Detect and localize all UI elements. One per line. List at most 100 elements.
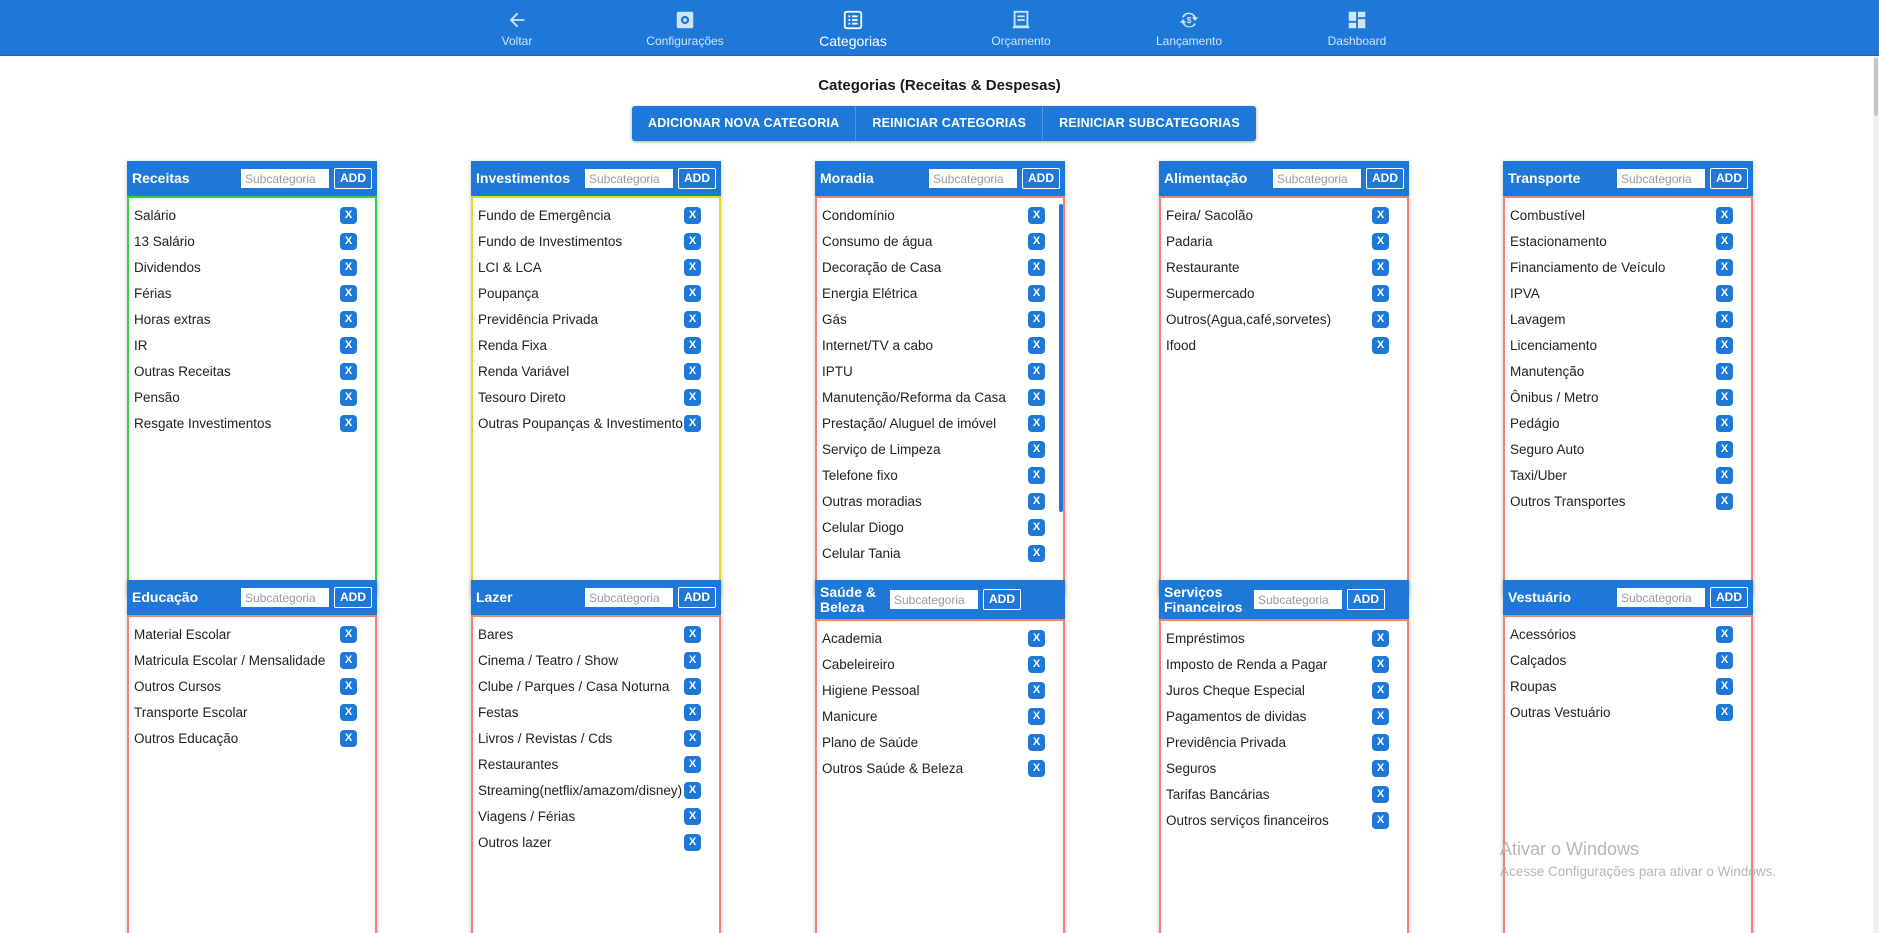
remove-subcategory-button[interactable]: X — [1372, 629, 1389, 647]
remove-subcategory-button[interactable]: X — [1372, 336, 1389, 354]
page-scrollbar-thumb[interactable] — [1874, 58, 1878, 116]
add-subcategory-button[interactable]: ADD — [1710, 168, 1748, 189]
remove-subcategory-button[interactable]: X — [1716, 284, 1733, 302]
remove-subcategory-button[interactable]: X — [1716, 206, 1733, 224]
remove-subcategory-button[interactable]: X — [1716, 258, 1733, 276]
add-subcategory-button[interactable]: ADD — [678, 168, 716, 189]
page-scrollbar[interactable] — [1873, 56, 1879, 933]
remove-subcategory-button[interactable]: X — [1716, 414, 1733, 432]
remove-subcategory-button[interactable]: X — [1028, 310, 1045, 328]
remove-subcategory-button[interactable]: X — [340, 310, 357, 328]
add-subcategory-button[interactable]: ADD — [1710, 587, 1748, 608]
remove-subcategory-button[interactable]: X — [1716, 388, 1733, 406]
nav-voltar[interactable]: Voltar — [447, 0, 587, 56]
add-subcategory-button[interactable]: ADD — [983, 589, 1021, 610]
subcategory-input[interactable] — [890, 590, 978, 609]
remove-subcategory-button[interactable]: X — [1028, 707, 1045, 725]
remove-subcategory-button[interactable]: X — [1372, 707, 1389, 725]
remove-subcategory-button[interactable]: X — [1716, 677, 1733, 695]
remove-subcategory-button[interactable]: X — [340, 651, 357, 669]
add-subcategory-button[interactable]: ADD — [1022, 168, 1060, 189]
remove-subcategory-button[interactable]: X — [1028, 362, 1045, 380]
remove-subcategory-button[interactable]: X — [1716, 703, 1733, 721]
remove-subcategory-button[interactable]: X — [1716, 336, 1733, 354]
nav-orcamento[interactable]: Orçamento — [951, 0, 1091, 56]
nav-lancamento[interactable]: $ Lançamento — [1119, 0, 1259, 56]
remove-subcategory-button[interactable]: X — [684, 414, 701, 432]
remove-subcategory-button[interactable]: X — [1372, 310, 1389, 328]
remove-subcategory-button[interactable]: X — [1372, 733, 1389, 751]
subcategory-input[interactable] — [585, 169, 673, 188]
remove-subcategory-button[interactable]: X — [684, 703, 701, 721]
subcategory-input[interactable] — [1273, 169, 1361, 188]
remove-subcategory-button[interactable]: X — [340, 232, 357, 250]
add-subcategory-button[interactable]: ADD — [1347, 589, 1385, 610]
add-subcategory-button[interactable]: ADD — [334, 587, 372, 608]
remove-subcategory-button[interactable]: X — [1028, 733, 1045, 751]
remove-subcategory-button[interactable]: X — [684, 781, 701, 799]
remove-subcategory-button[interactable]: X — [1028, 232, 1045, 250]
remove-subcategory-button[interactable]: X — [340, 284, 357, 302]
remove-subcategory-button[interactable]: X — [1028, 284, 1045, 302]
add-subcategory-button[interactable]: ADD — [1366, 168, 1404, 189]
remove-subcategory-button[interactable]: X — [684, 258, 701, 276]
subcategory-input[interactable] — [929, 169, 1017, 188]
remove-subcategory-button[interactable]: X — [1716, 362, 1733, 380]
remove-subcategory-button[interactable]: X — [1028, 518, 1045, 536]
remove-subcategory-button[interactable]: X — [340, 388, 357, 406]
remove-subcategory-button[interactable]: X — [1028, 759, 1045, 777]
remove-subcategory-button[interactable]: X — [340, 362, 357, 380]
subcategory-input[interactable] — [241, 169, 329, 188]
remove-subcategory-button[interactable]: X — [1028, 629, 1045, 647]
remove-subcategory-button[interactable]: X — [684, 833, 701, 851]
nav-configuracoes[interactable]: Configurações — [615, 0, 755, 56]
remove-subcategory-button[interactable]: X — [1716, 232, 1733, 250]
remove-subcategory-button[interactable]: X — [1716, 492, 1733, 510]
remove-subcategory-button[interactable]: X — [684, 651, 701, 669]
remove-subcategory-button[interactable]: X — [1716, 651, 1733, 669]
remove-subcategory-button[interactable]: X — [1372, 232, 1389, 250]
remove-subcategory-button[interactable]: X — [684, 310, 701, 328]
remove-subcategory-button[interactable]: X — [684, 232, 701, 250]
remove-subcategory-button[interactable]: X — [340, 258, 357, 276]
list-scrollbar[interactable] — [1059, 204, 1063, 512]
remove-subcategory-button[interactable]: X — [684, 625, 701, 643]
add-subcategory-button[interactable]: ADD — [678, 587, 716, 608]
remove-subcategory-button[interactable]: X — [684, 336, 701, 354]
remove-subcategory-button[interactable]: X — [1028, 681, 1045, 699]
remove-subcategory-button[interactable]: X — [340, 677, 357, 695]
remove-subcategory-button[interactable]: X — [340, 206, 357, 224]
remove-subcategory-button[interactable]: X — [684, 807, 701, 825]
remove-subcategory-button[interactable]: X — [1716, 466, 1733, 484]
reset-subcategories-button[interactable]: REINICIAR SUBCATEGORIAS — [1043, 106, 1256, 141]
remove-subcategory-button[interactable]: X — [340, 703, 357, 721]
remove-subcategory-button[interactable]: X — [1028, 544, 1045, 562]
remove-subcategory-button[interactable]: X — [1028, 336, 1045, 354]
subcategory-input[interactable] — [1617, 588, 1705, 607]
remove-subcategory-button[interactable]: X — [340, 414, 357, 432]
remove-subcategory-button[interactable]: X — [684, 388, 701, 406]
remove-subcategory-button[interactable]: X — [1028, 258, 1045, 276]
remove-subcategory-button[interactable]: X — [1028, 388, 1045, 406]
remove-subcategory-button[interactable]: X — [340, 336, 357, 354]
remove-subcategory-button[interactable]: X — [684, 729, 701, 747]
remove-subcategory-button[interactable]: X — [1372, 655, 1389, 673]
nav-dashboard[interactable]: Dashboard — [1287, 0, 1427, 56]
remove-subcategory-button[interactable]: X — [684, 362, 701, 380]
subcategory-input[interactable] — [585, 588, 673, 607]
remove-subcategory-button[interactable]: X — [1372, 785, 1389, 803]
reset-categories-button[interactable]: REINICIAR CATEGORIAS — [856, 106, 1044, 141]
remove-subcategory-button[interactable]: X — [340, 729, 357, 747]
remove-subcategory-button[interactable]: X — [1028, 466, 1045, 484]
remove-subcategory-button[interactable]: X — [1372, 258, 1389, 276]
remove-subcategory-button[interactable]: X — [1716, 310, 1733, 328]
remove-subcategory-button[interactable]: X — [1716, 440, 1733, 458]
subcategory-input[interactable] — [1254, 590, 1342, 609]
remove-subcategory-button[interactable]: X — [1372, 206, 1389, 224]
subcategory-input[interactable] — [241, 588, 329, 607]
remove-subcategory-button[interactable]: X — [684, 677, 701, 695]
remove-subcategory-button[interactable]: X — [1372, 811, 1389, 829]
remove-subcategory-button[interactable]: X — [684, 284, 701, 302]
remove-subcategory-button[interactable]: X — [1028, 440, 1045, 458]
subcategory-input[interactable] — [1617, 169, 1705, 188]
